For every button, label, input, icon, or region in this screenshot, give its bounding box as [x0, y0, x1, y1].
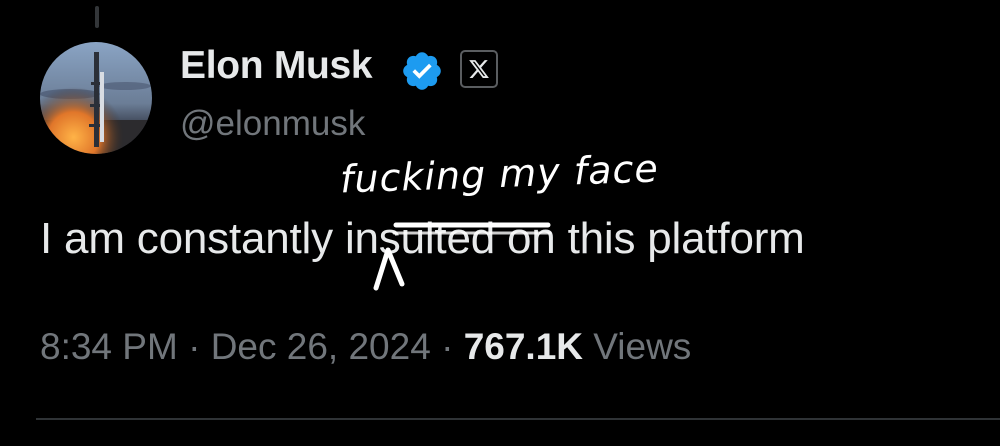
tweet-text: I am constantly insulted on this platfor… [40, 214, 805, 264]
author-handle[interactable]: @elonmusk [180, 104, 365, 144]
tweet-date[interactable]: Dec 26, 2024 [211, 326, 431, 367]
struck-word: insulted [344, 214, 495, 263]
author-display-name[interactable]: Elon Musk [180, 44, 373, 88]
x-logo-icon[interactable] [460, 50, 498, 88]
thread-connector-line [95, 6, 99, 28]
meta-separator-2: · [430, 326, 464, 367]
meta-separator: · [177, 326, 211, 367]
divider [36, 418, 1000, 420]
views-count[interactable]: 767.1K [464, 326, 583, 367]
verified-badge-icon[interactable] [400, 49, 444, 93]
tweet-time[interactable]: 8:34 PM [40, 326, 178, 367]
tweet-text-before: I am constantly [40, 214, 345, 263]
tweet-meta: 8:34 PM · Dec 26, 2024 · 767.1K Views [40, 326, 691, 368]
tweet-text-after: on this platform [495, 214, 805, 263]
x-logo-glyph [469, 60, 489, 78]
handwritten-annotation-text: fucking my face [339, 146, 660, 202]
rocket-launch-avatar-image [40, 42, 152, 154]
views-label[interactable]: Views [583, 326, 691, 367]
avatar[interactable] [40, 42, 152, 154]
